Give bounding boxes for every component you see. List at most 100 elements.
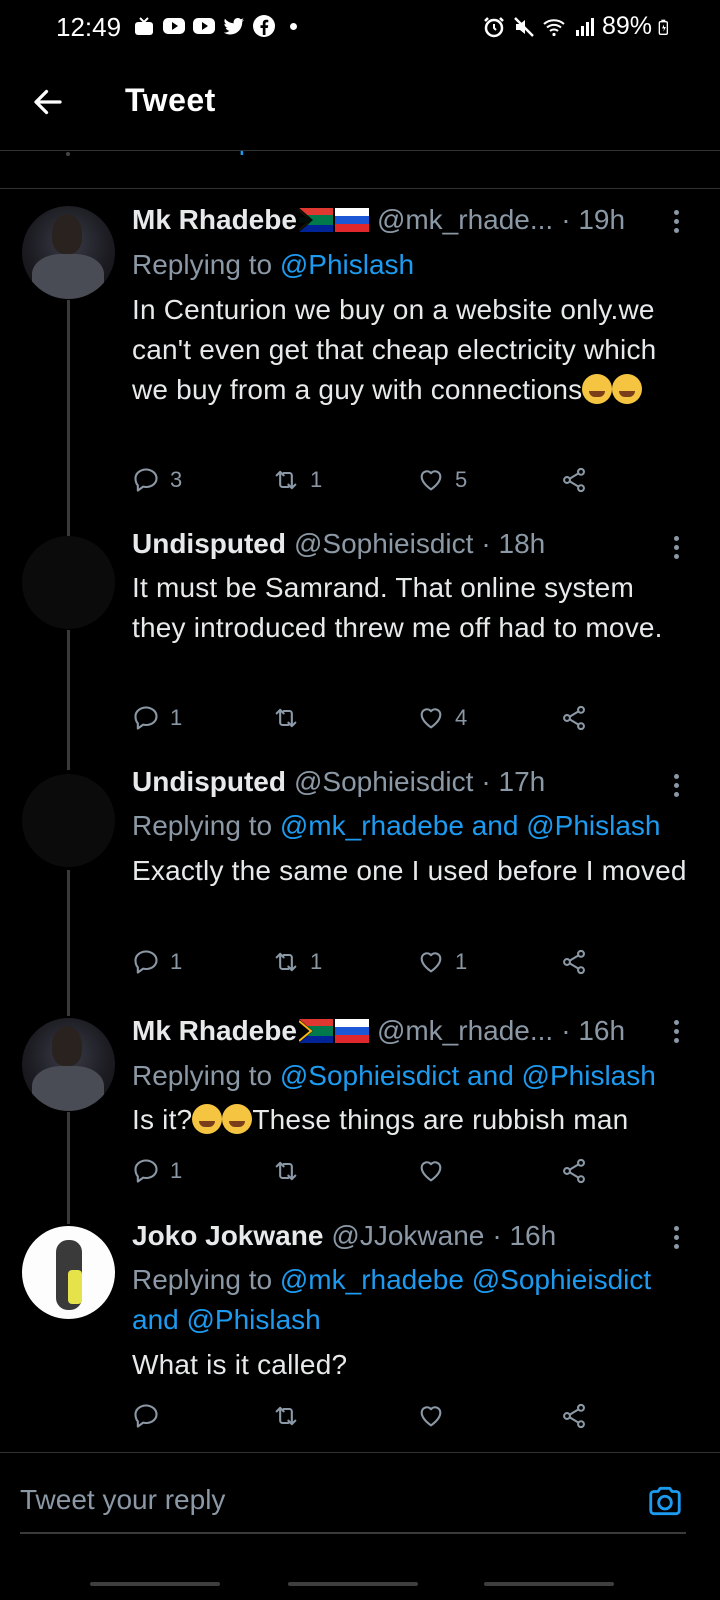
status-system-icons: 89% bbox=[482, 12, 674, 41]
more-options-icon[interactable] bbox=[672, 774, 680, 800]
author-handle: @mk_rhade... bbox=[376, 204, 554, 235]
author-name[interactable]: Joko Jokwane bbox=[132, 1220, 323, 1252]
author-name[interactable]: Mk Rhadebe bbox=[132, 204, 297, 236]
mute-icon bbox=[514, 16, 534, 37]
tweet-actions: 1 4 bbox=[132, 704, 612, 736]
mention-link[interactable]: @mk_rhadebe and @Phislash bbox=[280, 810, 661, 841]
more-options-icon[interactable] bbox=[672, 1020, 680, 1046]
tweet-actions: 1 1 1 bbox=[132, 948, 612, 980]
status-time: 12:49 bbox=[56, 12, 122, 42]
tears-of-joy-emoji bbox=[192, 1104, 223, 1134]
avatar[interactable] bbox=[22, 536, 115, 629]
back-arrow-icon[interactable] bbox=[30, 84, 66, 120]
reply-button[interactable]: 1 bbox=[132, 704, 182, 732]
like-button[interactable] bbox=[417, 1402, 455, 1430]
share-button[interactable] bbox=[560, 704, 588, 732]
tweet-body: What is it called? bbox=[132, 1349, 348, 1380]
section-divider bbox=[0, 188, 720, 189]
reply-count: 1 bbox=[170, 705, 183, 730]
alarm-icon bbox=[484, 16, 504, 37]
retweet-count: 1 bbox=[310, 949, 323, 974]
share-icon bbox=[563, 1158, 585, 1184]
reply-count: 1 bbox=[170, 949, 183, 974]
reply-count: 3 bbox=[170, 467, 183, 492]
tweet-body: In Centurion we buy on a website only.we… bbox=[132, 294, 657, 405]
author-name[interactable]: Undisputed bbox=[132, 528, 286, 560]
avatar[interactable] bbox=[22, 206, 115, 299]
like-button[interactable]: 1 bbox=[417, 948, 467, 976]
author-handle: @mk_rhade... bbox=[376, 1015, 554, 1046]
nav-recents-button[interactable] bbox=[90, 1582, 220, 1586]
mention-link[interactable]: @Sophieisdict and @Phislash bbox=[280, 1060, 656, 1091]
tweet-header: Mk Rhadebe @mk_rhade... · 16h bbox=[132, 1015, 625, 1047]
replying-to: Replying to @Sophieisdict and @Phislash bbox=[132, 1056, 712, 1096]
retweet-icon bbox=[275, 1161, 297, 1181]
avatar[interactable] bbox=[22, 1226, 115, 1319]
author-name[interactable]: Mk Rhadebe bbox=[132, 1015, 297, 1047]
tweet-text: In Centurion we buy on a website only.we… bbox=[132, 290, 692, 410]
heart-icon bbox=[420, 470, 442, 491]
more-options-icon[interactable] bbox=[672, 1226, 680, 1252]
mention-link[interactable]: @Phislash bbox=[280, 249, 414, 280]
share-button[interactable] bbox=[560, 1402, 588, 1430]
like-button[interactable] bbox=[417, 1157, 455, 1185]
input-underline bbox=[20, 1532, 686, 1534]
replying-to-label: Replying to bbox=[132, 1060, 273, 1091]
retweet-icon bbox=[275, 708, 297, 728]
tweet-time: · 19h bbox=[561, 204, 626, 235]
youtube-icon bbox=[193, 18, 215, 34]
south-africa-flag-icon bbox=[298, 208, 333, 232]
thread-connector bbox=[67, 870, 70, 1016]
share-button[interactable] bbox=[560, 1157, 588, 1185]
replying-to-label: Replying to bbox=[132, 1264, 273, 1295]
like-button[interactable]: 5 bbox=[417, 466, 467, 494]
heart-icon bbox=[420, 952, 442, 973]
tweet-time: · 18h bbox=[481, 528, 546, 559]
reply-button[interactable] bbox=[132, 1402, 170, 1430]
battery-icon bbox=[658, 19, 668, 35]
twitter-icon bbox=[223, 18, 245, 35]
reply-input[interactable] bbox=[20, 1478, 620, 1522]
like-button[interactable]: 4 bbox=[417, 704, 467, 732]
retweet-button[interactable] bbox=[272, 1402, 310, 1430]
wifi-icon bbox=[543, 18, 565, 36]
more-options-icon[interactable] bbox=[672, 536, 680, 562]
retweet-button[interactable] bbox=[272, 1157, 310, 1185]
russia-flag-icon bbox=[334, 208, 369, 232]
retweet-button[interactable]: 1 bbox=[272, 466, 322, 494]
retweet-button[interactable] bbox=[272, 704, 310, 732]
like-count: 4 bbox=[455, 705, 468, 730]
replying-to: Replying to @Phislash bbox=[132, 245, 692, 285]
author-name[interactable]: Undisputed bbox=[132, 766, 286, 798]
heart-icon bbox=[420, 708, 442, 729]
more-options-icon[interactable] bbox=[672, 210, 680, 236]
reply-button[interactable]: 1 bbox=[132, 1157, 182, 1185]
reply-button[interactable]: 3 bbox=[132, 466, 182, 494]
avatar[interactable] bbox=[22, 1018, 115, 1111]
retweet-count: 1 bbox=[310, 467, 323, 492]
reply-icon bbox=[134, 706, 158, 730]
retweet-button[interactable]: 1 bbox=[272, 948, 322, 976]
camera-icon[interactable] bbox=[646, 1482, 684, 1520]
replying-to: Replying to @mk_rhadebe @Sophieisdict an… bbox=[132, 1260, 692, 1340]
nav-back-button[interactable] bbox=[484, 1582, 614, 1586]
page-title: Tweet bbox=[125, 82, 216, 118]
share-button[interactable] bbox=[560, 948, 588, 976]
more-notifications-dot bbox=[290, 22, 297, 30]
share-button[interactable] bbox=[560, 466, 588, 494]
author-handle: @Sophieisdict bbox=[294, 528, 474, 559]
thread-connector bbox=[67, 630, 70, 770]
tweet-body: It must be Samrand. That online system t… bbox=[132, 572, 663, 643]
south-africa-flag-icon bbox=[298, 1019, 333, 1043]
facebook-icon bbox=[253, 15, 275, 37]
nav-home-button[interactable] bbox=[288, 1582, 418, 1586]
system-nav-bar bbox=[0, 1578, 720, 1600]
status-notification-icons bbox=[132, 14, 297, 38]
avatar[interactable] bbox=[22, 774, 115, 867]
tweet-time: · 16h bbox=[492, 1220, 557, 1251]
share-icon bbox=[563, 949, 585, 975]
crying-face-emoji bbox=[582, 374, 613, 404]
tweet-time: · 17h bbox=[481, 766, 546, 797]
reply-button[interactable]: 1 bbox=[132, 948, 182, 976]
app-header: Tweet bbox=[0, 56, 720, 150]
